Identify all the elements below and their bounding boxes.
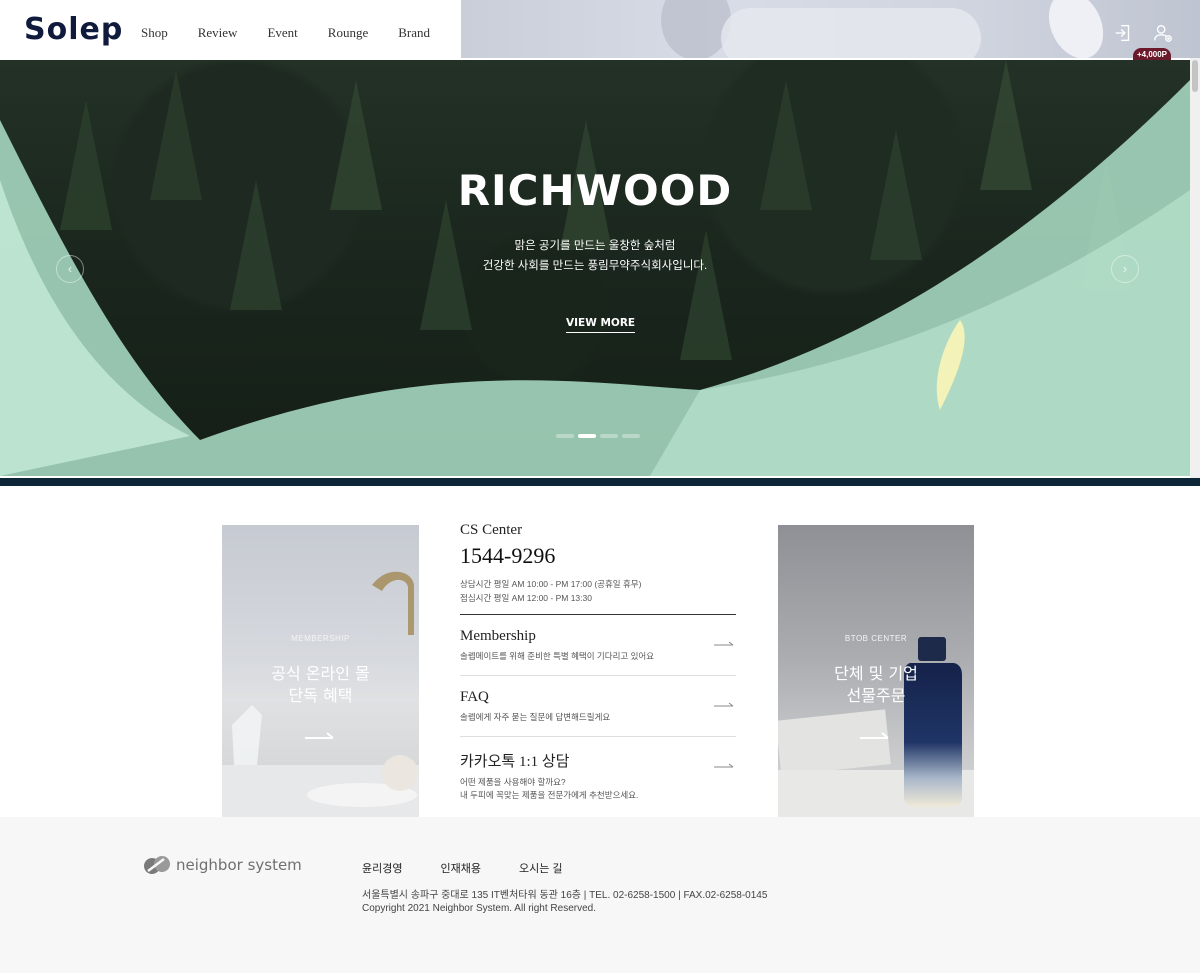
header-decoration (461, 0, 1200, 58)
cs-item-title: FAQ (460, 689, 489, 705)
arrow-right-icon (714, 702, 734, 707)
cs-phone[interactable]: 1544-9296 (460, 543, 736, 569)
login-icon[interactable] (1112, 22, 1134, 44)
footer-address: 서울특별시 송파구 중대로 135 IT벤처타워 동관 16층 | TEL. 0… (362, 890, 768, 901)
cs-hours: 상담시간 평일 AM 10:00 - PM 17:00 (공휴일 휴무) 점심시… (460, 577, 736, 605)
membership-kicker: MEMBERSHIP (291, 634, 350, 643)
cs-item-kakaotalk[interactable]: 카카오톡 1:1 상담 어떤 제품을 사용해야 할까요? 내 두피에 꼭맞는 제… (460, 737, 736, 814)
site-logo[interactable]: Solep (24, 12, 123, 47)
header-icons (1112, 22, 1174, 44)
slide-pagination (556, 434, 640, 438)
next-slide-button[interactable]: › (1111, 255, 1139, 283)
nav-review[interactable]: Review (198, 25, 238, 41)
view-more-button[interactable]: VIEW MORE (566, 317, 636, 333)
arrow-right-icon (714, 763, 734, 768)
site-header: Solep Shop Review Event Rounge Brand +4,… (0, 0, 1200, 62)
hero-bottom-bar (0, 478, 1200, 486)
footer-link-directions[interactable]: 오시는 길 (519, 860, 563, 876)
btob-arrow-icon (860, 732, 889, 739)
main-nav: Shop Review Event Rounge Brand (141, 25, 460, 41)
cs-item-desc-line1: 솔렙메이트를 위해 준비한 특별 혜택이 기다리고 있어요 (460, 651, 655, 661)
footer-links: 윤리경영 인재채용 오시는 길 (362, 860, 601, 876)
btob-title-line2: 선물주문 (846, 686, 906, 705)
cs-item-desc-line2: 내 두피에 꼭맞는 제품을 전문가에게 추천받으세요. (460, 790, 639, 800)
hero-subtitle-line2: 건강한 사회를 만드는 풍림무약주식회사입니다. (482, 260, 708, 272)
footer-copyright: Copyright 2021 Neighbor System. All righ… (362, 903, 597, 914)
membership-title-line1: 공식 온라인 몰 (271, 664, 370, 683)
cs-item-desc: 솔렙메이트를 위해 준비한 특별 혜택이 기다리고 있어요 (460, 650, 736, 663)
slide-dot[interactable] (578, 434, 596, 438)
footer-link-careers[interactable]: 인재채용 (440, 860, 480, 876)
cs-title: CS Center (460, 522, 523, 538)
hero-banner: RICHWOOD 맑은 공기를 만드는 울창한 숲처럼 건강한 사회를 만드는 … (0, 60, 1190, 476)
btob-kicker: BTOB CENTER (844, 634, 908, 643)
site-footer: neighbor system 윤리경영 인재채용 오시는 길 서울특별시 송파… (0, 817, 1200, 973)
footer-logo[interactable]: neighbor system (142, 855, 302, 875)
btob-card[interactable]: BTOB CENTER 단체 및 기업 선물주문 (778, 525, 974, 817)
slide-dot[interactable] (600, 434, 618, 438)
cs-item-desc: 어떤 제품을 사용해야 할까요? 내 두피에 꼭맞는 제품을 전문가에게 추천받… (460, 776, 736, 802)
slide-dot[interactable] (556, 434, 574, 438)
slide-dot[interactable] (622, 434, 640, 438)
nav-event[interactable]: Event (267, 25, 297, 41)
cs-hours-line1: 상담시간 평일 AM 10:00 - PM 17:00 (공휴일 휴무) (460, 579, 642, 589)
cs-hours-line2: 점심시간 평일 AM 12:00 - PM 13:30 (460, 593, 592, 603)
cs-item-title: Membership (460, 628, 536, 644)
hero-subtitle-line1: 맑은 공기를 만드는 울창한 숲처럼 (514, 240, 676, 252)
arrow-right-icon (714, 641, 734, 646)
nav-rounge[interactable]: Rounge (328, 25, 368, 41)
scrollbar[interactable] (1190, 58, 1200, 478)
scrollbar-thumb[interactable] (1192, 60, 1198, 92)
join-user-icon[interactable] (1152, 22, 1174, 44)
footer-link-ethics[interactable]: 윤리경영 (362, 860, 402, 876)
btob-title-line1: 단체 및 기업 (834, 664, 918, 683)
cs-item-desc-line1: 어떤 제품을 사용해야 할까요? (460, 777, 566, 787)
cs-center: CS Center 1544-9296 상담시간 평일 AM 10:00 - P… (460, 522, 736, 814)
membership-title-line2: 단독 혜택 (288, 686, 353, 705)
membership-title: 공식 온라인 몰 단독 혜택 (222, 663, 419, 707)
neighbor-system-logo-icon (144, 856, 170, 874)
prev-slide-button[interactable]: ‹ (56, 255, 84, 283)
hero-subtitle: 맑은 공기를 만드는 울창한 숲처럼 건강한 사회를 만드는 풍림무약주식회사입… (0, 236, 1190, 276)
cs-item-title: 카카오톡 1:1 상담 (460, 754, 570, 770)
nav-shop[interactable]: Shop (141, 25, 168, 41)
membership-arrow-icon (305, 732, 334, 739)
nav-brand[interactable]: Brand (398, 25, 430, 41)
cs-item-membership[interactable]: Membership 솔렙메이트를 위해 준비한 특별 혜택이 기다리고 있어요 (460, 615, 736, 676)
hero-title: RICHWOOD (457, 166, 733, 215)
cs-item-desc-line1: 솔렙에게 자주 묻는 질문에 답변해드릴게요 (460, 712, 611, 722)
cs-item-desc: 솔렙에게 자주 묻는 질문에 답변해드릴게요 (460, 711, 736, 724)
footer-logo-text: neighbor system (176, 856, 302, 874)
membership-card[interactable]: MEMBERSHIP 공식 온라인 몰 단독 혜택 (222, 525, 419, 817)
cs-item-faq[interactable]: FAQ 솔렙에게 자주 묻는 질문에 답변해드릴게요 (460, 676, 736, 737)
btob-title: 단체 및 기업 선물주문 (778, 663, 974, 707)
